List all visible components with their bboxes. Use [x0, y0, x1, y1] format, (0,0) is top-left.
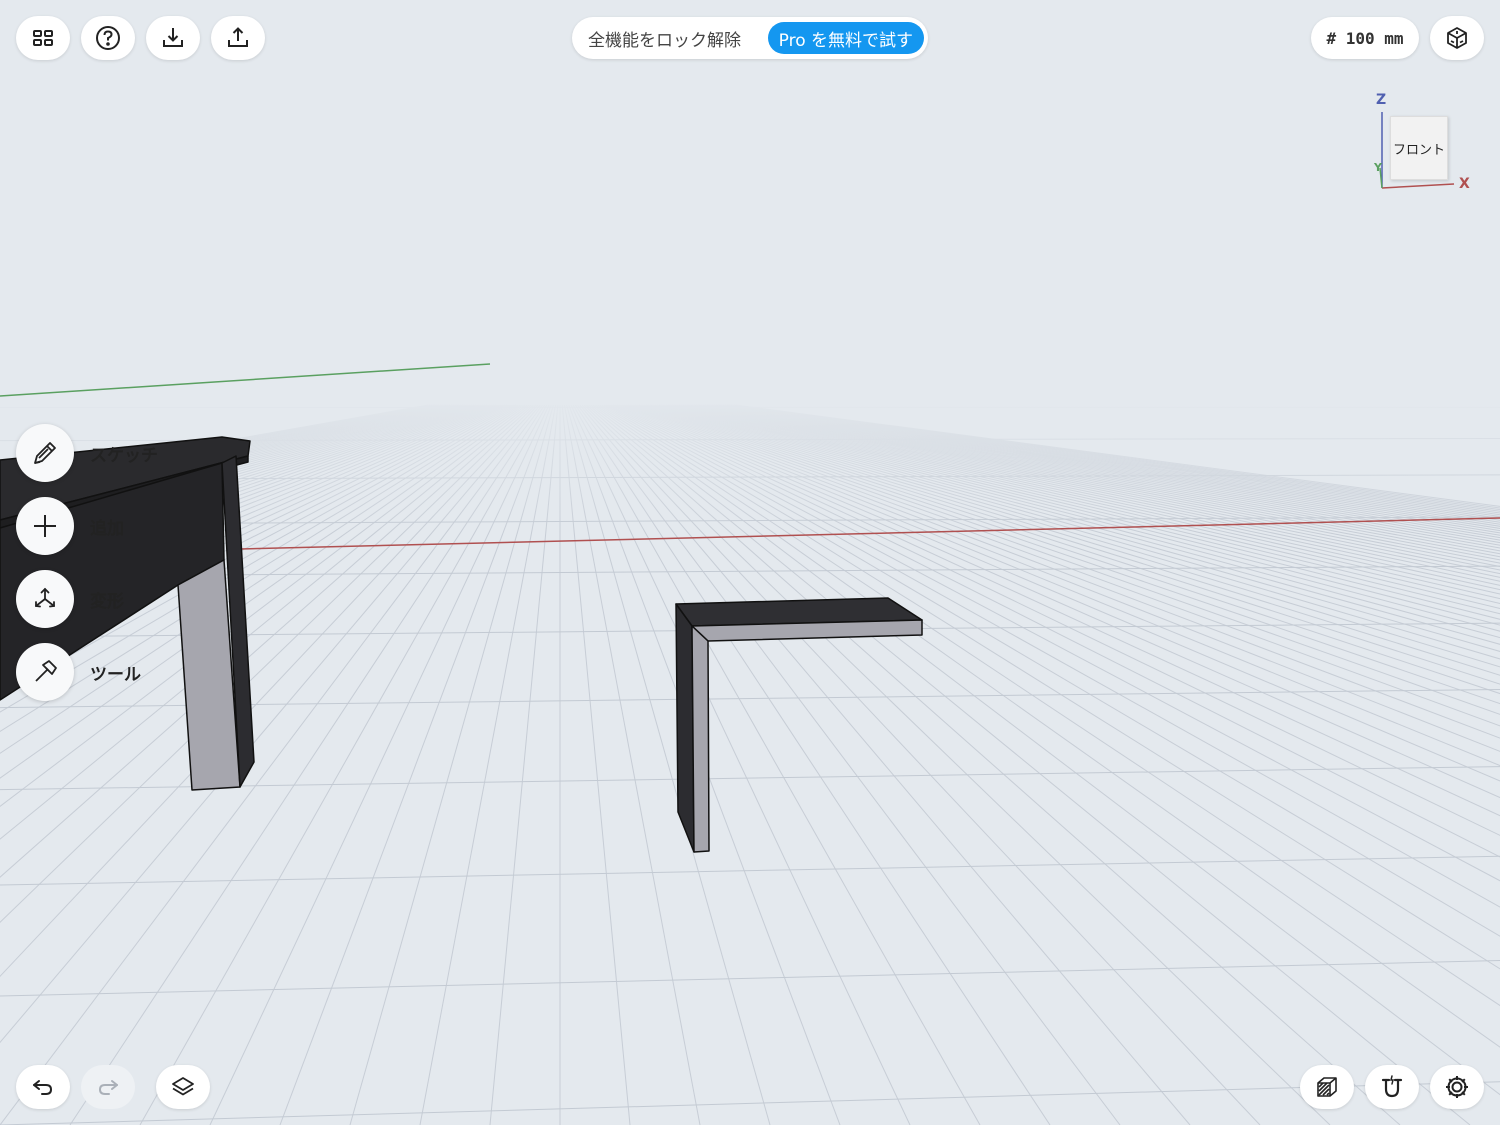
help-icon: [96, 26, 120, 50]
transform-button[interactable]: [16, 570, 74, 628]
tools-menu-item[interactable]: ツール: [16, 642, 141, 702]
pencil-icon: [34, 442, 56, 464]
layers-icon: [172, 1077, 194, 1096]
export-button[interactable]: [211, 16, 265, 60]
unlock-banner[interactable]: 全機能をロック解除 Pro を無料で試す: [572, 17, 928, 59]
cube-view-icon: [1447, 27, 1467, 49]
import-icon: [163, 28, 183, 47]
add-button[interactable]: [16, 497, 74, 555]
plus-icon: [34, 515, 56, 537]
tools-button[interactable]: [16, 643, 74, 701]
try-pro-button[interactable]: Pro を無料で試す: [767, 22, 924, 54]
help-button[interactable]: [81, 16, 135, 60]
3d-viewport[interactable]: [0, 0, 1500, 1125]
sketch-label: スケッチ: [90, 445, 158, 466]
export-icon: [228, 27, 248, 47]
axis-y-label: Y: [1374, 161, 1382, 174]
view-cube[interactable]: Z X Y フロント: [1368, 88, 1478, 198]
axis-x-label: X: [1459, 176, 1470, 192]
tools-label: ツール: [90, 664, 141, 685]
axis-z-label: Z: [1376, 92, 1387, 108]
view-mode-button[interactable]: [1430, 16, 1484, 60]
snap-button[interactable]: [1365, 1065, 1419, 1109]
magnet-snap-icon: [1381, 1075, 1403, 1098]
cube-front-face[interactable]: フロント: [1390, 116, 1448, 180]
redo-button[interactable]: [81, 1065, 135, 1109]
layers-button[interactable]: [156, 1065, 210, 1109]
settings-button[interactable]: [1430, 1065, 1484, 1109]
undo-icon: [33, 1080, 52, 1095]
grid-menu-icon: [33, 30, 53, 46]
import-button[interactable]: [146, 16, 200, 60]
add-menu-item[interactable]: 追加: [16, 496, 124, 556]
sketch-button[interactable]: [16, 424, 74, 482]
add-label: 追加: [90, 518, 124, 539]
gear-icon: [1446, 1076, 1468, 1098]
undo-button[interactable]: [16, 1065, 70, 1109]
section-view-button[interactable]: [1300, 1065, 1354, 1109]
sketch-menu-item[interactable]: スケッチ: [16, 423, 158, 483]
grid-size-button[interactable]: # 100 mm: [1311, 17, 1419, 59]
transform-label: 変形: [90, 591, 124, 612]
transform-arrows-icon: [35, 587, 55, 608]
menu-button[interactable]: [16, 16, 70, 60]
y-axis-line: [0, 363, 491, 397]
unlock-text: 全機能をロック解除: [588, 30, 741, 51]
hammer-icon: [35, 660, 57, 682]
transform-menu-item[interactable]: 変形: [16, 569, 124, 629]
section-view-icon: [1317, 1077, 1337, 1097]
redo-icon: [99, 1080, 118, 1095]
